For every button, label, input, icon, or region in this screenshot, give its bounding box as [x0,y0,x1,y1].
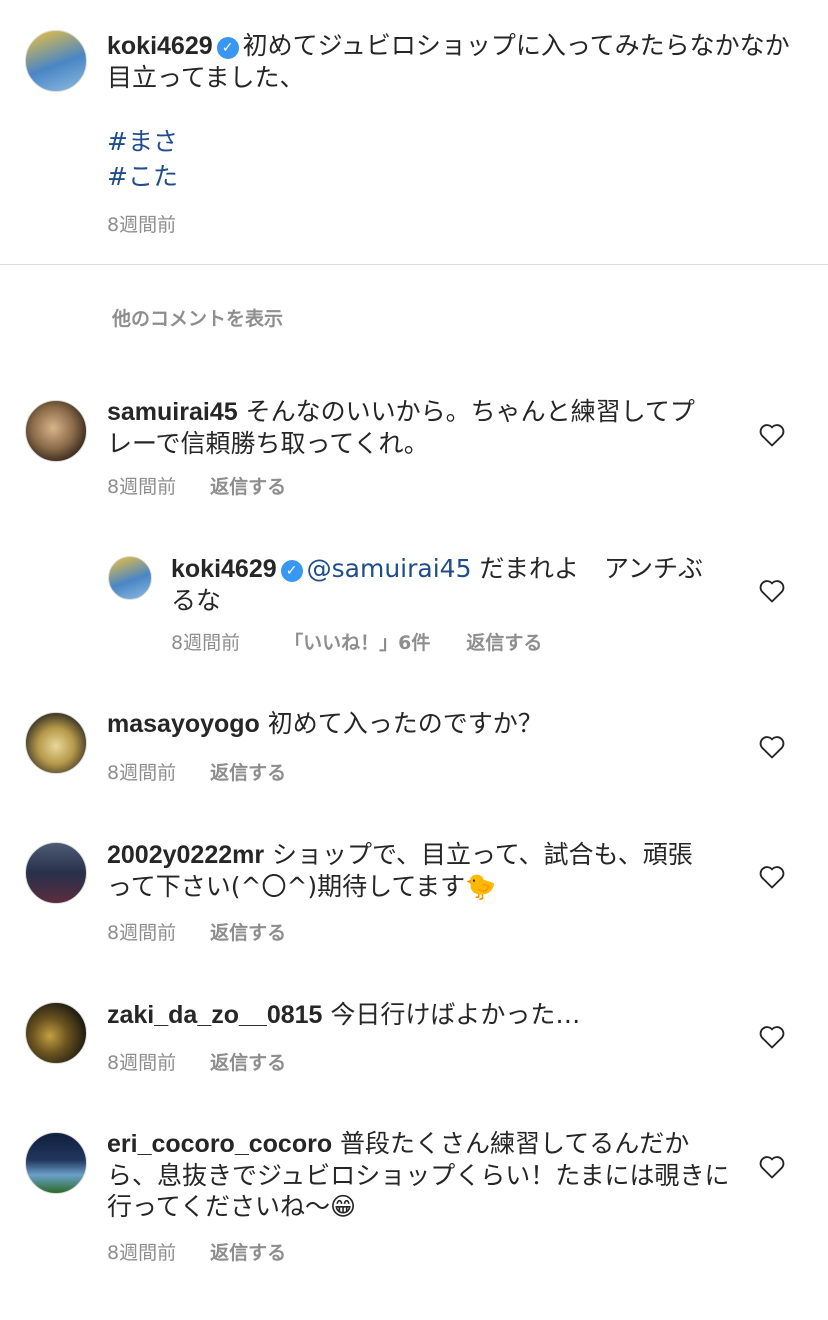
comment-username[interactable]: eri_cocoro_cocoro [107,1130,332,1158]
comment-2002y0222mr: 2002y0222mr ショップで、目立って、試合も、頑張 って下さい(^〇^)… [107,839,737,902]
comment-username[interactable]: zaki_da_zo__0815 [107,1001,322,1029]
reply-button[interactable]: 返信する [466,632,542,654]
reply-button[interactable]: 返信する [210,922,286,944]
caption-line2: 目立ってました、 [107,63,305,92]
reply-button[interactable]: 返信する [210,476,286,498]
reply-username[interactable]: koki4629 [171,555,277,583]
comment-masayoyogo: masayoyogo 初めて入ったのですか？ [107,708,737,740]
comment-line3: 行ってくださいね〜😁 [107,1192,357,1221]
reply-line2: るな [171,586,222,615]
reply-likes-count[interactable]: 「いいね！」6件 [284,632,430,654]
comment-line2: って下さい(^〇^)期待してます🐤 [107,872,497,901]
like-heart-icon[interactable] [758,1024,786,1050]
reply-button[interactable]: 返信する [210,1052,286,1074]
hashtag-kota[interactable]: #こた [107,161,178,192]
reply-button[interactable]: 返信する [210,1242,286,1264]
comment-time: 8週間前 [107,476,177,498]
caption-avatar[interactable] [25,30,87,92]
comment-time: 8週間前 [107,1242,177,1264]
comment-time: 8週間前 [107,1052,177,1074]
comment-line1: 今日行けばよかった… [330,1000,581,1029]
comment-username[interactable]: samuirai45 [107,398,238,426]
caption-text: koki4629 ✓ 初めてジュビロショップに入ってみたらなかなか 目立ってました、 [107,30,807,93]
comment-time: 8週間前 [107,762,177,784]
comment-line2: レーで信頼勝ち取ってくれ。 [107,429,429,458]
comment-samuirai45: samuirai45 そんなのいいから。ちゃんと練習してプ レーで信頼勝ち取って… [107,396,737,459]
divider [0,264,828,265]
comment-meta: 8週間前 返信する [107,918,286,945]
reply-line1: だまれよ アンチぶ [479,554,703,583]
reply-mention[interactable]: @samuirai45 [307,554,472,583]
verified-badge-icon: ✓ [280,560,303,582]
like-heart-icon[interactable] [758,578,786,604]
verified-badge-icon: ✓ [216,37,239,59]
comment-zaki: zaki_da_zo__0815 今日行けばよかった… [107,999,737,1031]
comment-avatar-zaki[interactable] [25,1002,87,1064]
reply-meta: 8週間前 「いいね！」6件 返信する [171,628,542,655]
comment-line1: 初めて入ったのですか？ [267,709,543,738]
comment-line2: ら、息抜きでジュビロショップくらい！たまには覗きに [107,1161,730,1190]
reply-time: 8週間前 [171,632,241,654]
comment-avatar-samuirai45[interactable] [25,400,87,462]
comment-avatar-eri[interactable] [25,1132,87,1194]
comment-avatar-masayoyogo[interactable] [25,712,87,774]
caption-username[interactable]: koki4629 [107,32,213,60]
reply-avatar-koki4629[interactable] [108,556,152,600]
comment-avatar-2002y0222mr[interactable] [25,842,87,904]
load-more-comments[interactable]: 他のコメントを表示 [112,304,283,331]
reply-button[interactable]: 返信する [210,762,286,784]
comment-line1: ショップで、目立って、試合も、頑張 [272,840,693,869]
comment-meta: 8週間前 返信する [107,472,286,499]
comment-username[interactable]: 2002y0222mr [107,841,264,869]
caption-time: 8週間前 [107,214,177,236]
comment-meta: 8週間前 返信する [107,758,286,785]
comment-eri: eri_cocoro_cocoro 普段たくさん練習してるんだか ら、息抜きでジ… [107,1128,737,1222]
comment-time: 8週間前 [107,922,177,944]
comment-meta: 8週間前 返信する [107,1048,286,1075]
comment-line1: 普段たくさん練習してるんだか [340,1129,690,1158]
comment-meta: 8週間前 返信する [107,1238,286,1265]
like-heart-icon[interactable] [758,734,786,760]
like-heart-icon[interactable] [758,1154,786,1180]
caption-line1: 初めてジュビロショップに入ってみたらなかなか [242,31,790,60]
like-heart-icon[interactable] [758,864,786,890]
comment-username[interactable]: masayoyogo [107,710,260,738]
comment-line1: そんなのいいから。ちゃんと練習してプ [245,397,695,426]
reply-koki4629: koki4629 ✓ @samuirai45 だまれよ アンチぶ るな [171,553,731,616]
hashtag-masa[interactable]: #まさ [107,126,178,157]
like-heart-icon[interactable] [758,422,786,448]
